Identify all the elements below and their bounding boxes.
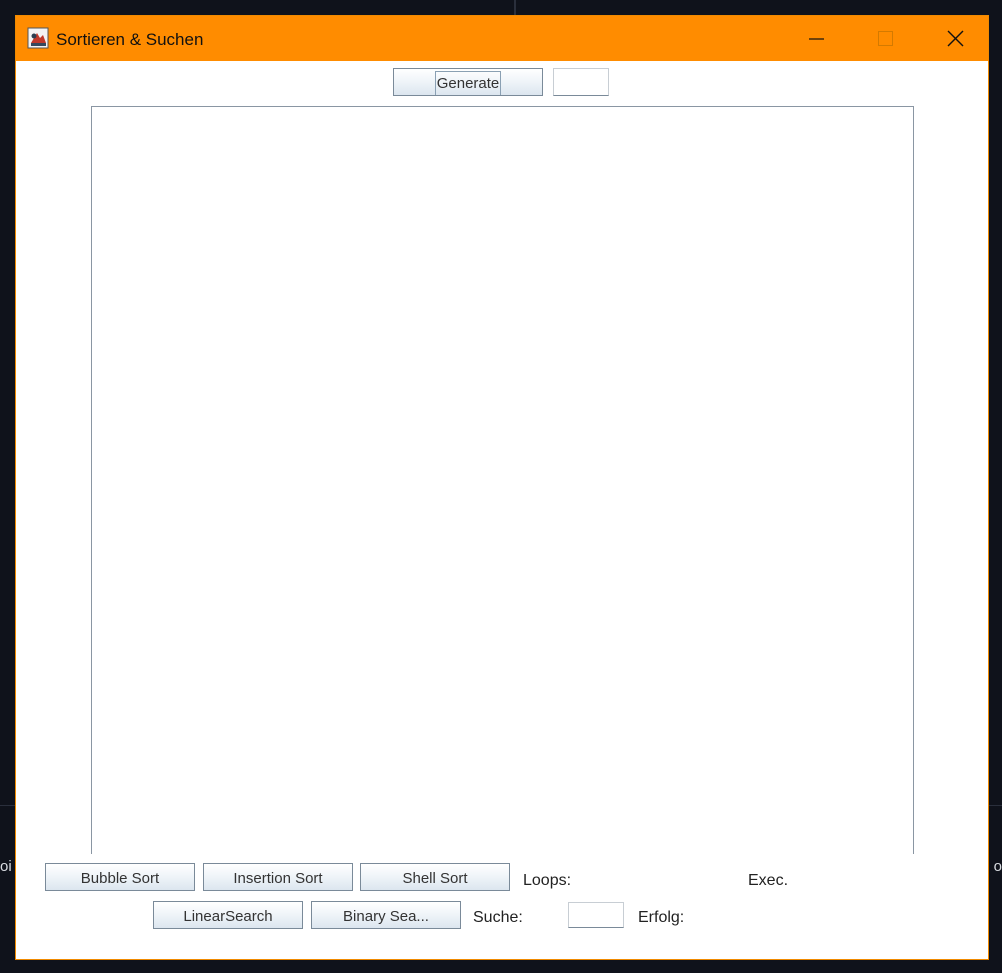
- desktop-edge-text-right: o: [993, 858, 1002, 875]
- visualization-panel: [91, 106, 914, 854]
- title-bar[interactable]: Sortieren & Suchen: [16, 16, 988, 61]
- java-app-icon: [27, 27, 49, 49]
- linear-search-button[interactable]: LinearSearch: [153, 901, 303, 929]
- shell-sort-button[interactable]: Shell Sort: [360, 863, 510, 891]
- loops-label: Loops:: [523, 872, 572, 889]
- binary-search-button[interactable]: Binary Sea...: [311, 901, 461, 929]
- generate-button-label: Generate: [434, 71, 502, 95]
- desktop-edge-text-left: oi: [0, 858, 12, 875]
- minimize-button[interactable]: [793, 16, 839, 61]
- exec-label: Exec.: [748, 872, 789, 889]
- close-icon: [947, 30, 964, 47]
- maximize-icon: [878, 31, 893, 46]
- bubble-sort-button[interactable]: Bubble Sort: [45, 863, 195, 891]
- desktop-divider: [514, 0, 516, 16]
- minimize-icon: [809, 38, 824, 40]
- desktop-band-left: [0, 805, 16, 806]
- app-window: Sortieren & Suchen Generate Bubble Sort …: [15, 15, 989, 960]
- search-label: Suche:: [473, 909, 523, 926]
- close-button[interactable]: [932, 16, 978, 61]
- insertion-sort-button[interactable]: Insertion Sort: [203, 863, 353, 891]
- maximize-button[interactable]: [862, 16, 908, 61]
- success-label: Erfolg:: [638, 909, 685, 926]
- count-field[interactable]: [553, 68, 609, 96]
- window-title: Sortieren & Suchen: [56, 30, 204, 49]
- search-value-field[interactable]: [568, 902, 624, 928]
- generate-button[interactable]: Generate: [393, 68, 543, 96]
